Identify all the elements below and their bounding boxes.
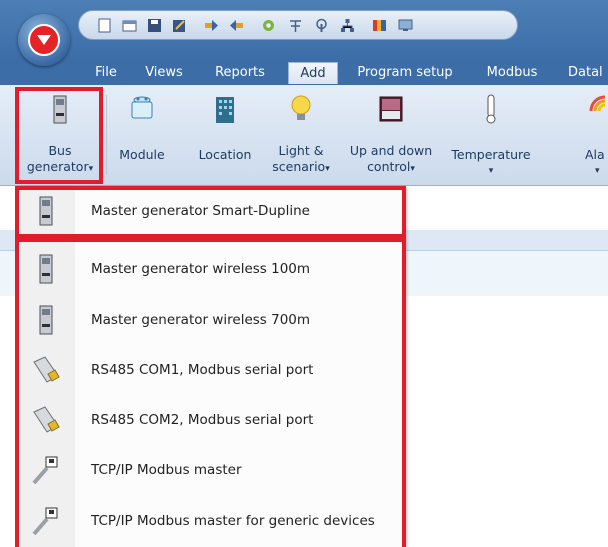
- tab-file[interactable]: File: [91, 62, 121, 84]
- monitor-icon[interactable]: [398, 18, 413, 33]
- up-down-control-button[interactable]: Up and down control▾: [346, 85, 436, 185]
- tab-program-setup[interactable]: Program setup: [349, 62, 461, 84]
- thermometer-icon: [486, 94, 496, 124]
- location-label: Location: [198, 147, 252, 162]
- ribbon-tabs: File Views Reports Add Program setup Mod…: [0, 58, 608, 85]
- tab-views[interactable]: Views: [143, 62, 185, 84]
- tab-reports[interactable]: Reports: [208, 62, 272, 84]
- dropdown-arrow-icon: ▾: [595, 166, 600, 176]
- building-icon: [216, 97, 234, 123]
- location-button[interactable]: Location: [192, 85, 258, 185]
- window-blind-icon: [379, 96, 403, 122]
- temperature-label: Temperature: [451, 147, 531, 162]
- alarm-label: Ala: [585, 147, 605, 162]
- export-arrow-icon[interactable]: [204, 18, 219, 33]
- temperature-button[interactable]: Temperature ▾: [444, 85, 538, 185]
- quick-access-toolbar: [78, 10, 518, 40]
- alarm-button[interactable]: Ala ▾: [579, 85, 608, 185]
- network-icon[interactable]: [340, 18, 355, 33]
- highlight-box-other-generators: [15, 238, 406, 547]
- light-label-line2: scenario: [272, 159, 326, 174]
- dropdown-arrow-icon: ▾: [325, 164, 330, 174]
- open-file-icon[interactable]: [122, 18, 137, 33]
- bus-structure-icon[interactable]: [288, 18, 303, 33]
- dropdown-arrow-icon: ▾: [488, 166, 494, 176]
- light-bulb-icon: [291, 95, 311, 120]
- module-button[interactable]: Module: [112, 85, 172, 185]
- dropdown-arrow-icon: ▾: [410, 164, 415, 174]
- ribbon-separator: [106, 95, 107, 175]
- module-label: Module: [119, 147, 165, 162]
- new-file-icon[interactable]: [97, 18, 112, 33]
- module-icon: [131, 96, 153, 119]
- edit-icon[interactable]: [172, 18, 187, 33]
- alarm-icon: [589, 95, 606, 112]
- settings-gear-icon[interactable]: [261, 18, 276, 33]
- import-arrow-icon[interactable]: [229, 18, 244, 33]
- app-logo-icon: [28, 24, 60, 56]
- color-palette-icon[interactable]: [372, 18, 387, 33]
- title-bar: [0, 0, 608, 58]
- wireless-antenna-icon[interactable]: [314, 18, 329, 33]
- tab-datalog[interactable]: Datal: [568, 62, 608, 84]
- light-label-line1: Light &: [278, 143, 324, 158]
- app-window: File Views Reports Add Program setup Mod…: [0, 0, 608, 547]
- up-down-label-line2: control: [367, 159, 411, 174]
- save-icon[interactable]: [147, 18, 162, 33]
- tab-modbus[interactable]: Modbus: [481, 62, 543, 84]
- application-menu-button[interactable]: [18, 14, 70, 66]
- highlight-box-smart-dupline: [15, 186, 406, 238]
- tab-add[interactable]: Add: [288, 62, 338, 84]
- bus-generator-highlight: [15, 87, 103, 184]
- up-down-label-line1: Up and down: [349, 143, 433, 158]
- light-scenario-button[interactable]: Light & scenario▾: [270, 85, 332, 185]
